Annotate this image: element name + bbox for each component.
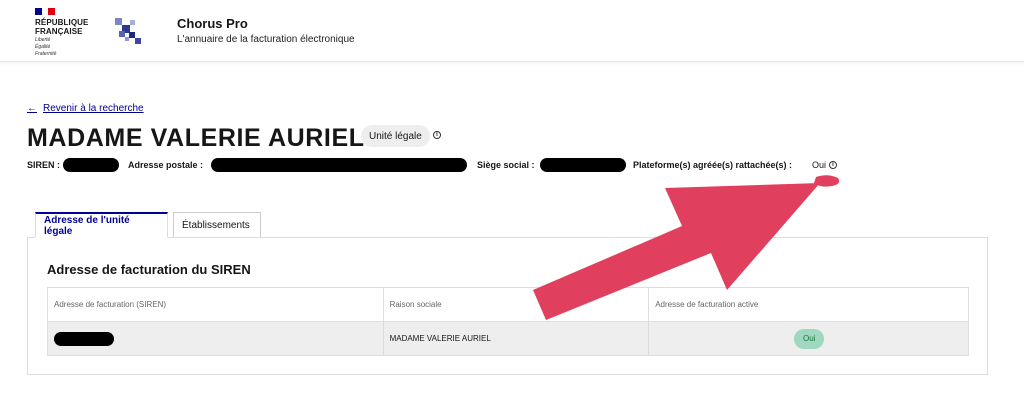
info-icon[interactable]: i xyxy=(829,161,838,169)
billing-address-panel: Adresse de facturation du SIREN Adresse … xyxy=(27,237,988,375)
head-office-label: Siège social : xyxy=(477,160,535,170)
rf-title-line1: RÉPUBLIQUE xyxy=(35,18,89,27)
rf-motto-line1: Liberté xyxy=(35,37,51,43)
head-office-redaction xyxy=(540,158,626,172)
service-tagline: L'annuaire de la facturation électroniqu… xyxy=(177,34,355,45)
billing-address-cell xyxy=(47,321,384,356)
rf-title-line2: FRANÇAISE xyxy=(35,27,83,36)
company-name-cell: MADAME VALERIE AURIEL xyxy=(382,321,650,356)
table-row[interactable]: MADAME VALERIE AURIEL Oui xyxy=(47,321,969,356)
billing-address-redaction xyxy=(54,331,114,346)
site-header: RÉPUBLIQUE FRANÇAISE Liberté Égalité Fra… xyxy=(0,0,1024,62)
rf-motto-line3: Fraternité xyxy=(35,51,57,57)
siren-redaction xyxy=(63,158,119,172)
tab-legal-unit-address[interactable]: Adresse de l'unité légale xyxy=(35,212,168,238)
platform-label: Plateforme(s) agréée(s) rattachée(s) : xyxy=(633,160,793,170)
table-header-row: Adresse de facturation (SIREN) Raison so… xyxy=(47,287,969,322)
rf-motto-line2: Égalité xyxy=(35,44,51,50)
tab-establishments[interactable]: Établissements xyxy=(173,212,261,238)
panel-title: Adresse de facturation du SIREN xyxy=(47,262,251,277)
column-header-company-name: Raison sociale xyxy=(382,287,650,322)
french-flag-icon xyxy=(35,8,56,15)
billing-address-table: Adresse de facturation (SIREN) Raison so… xyxy=(47,287,969,356)
active-status-badge: Oui xyxy=(794,328,825,349)
column-header-billing-address: Adresse de facturation (SIREN) xyxy=(47,287,384,322)
siren-label: SIREN : xyxy=(27,160,61,170)
back-to-search-link[interactable]: ← Revenir à la recherche xyxy=(27,103,144,114)
arrow-left-icon: ← xyxy=(27,103,37,114)
entity-name: MADAME VALERIE AURIEL xyxy=(27,124,365,152)
republique-francaise-logo[interactable]: RÉPUBLIQUE FRANÇAISE Liberté Égalité Fra… xyxy=(35,8,95,57)
active-address-cell: Oui xyxy=(648,321,969,356)
unit-type-badge: Unité légale xyxy=(361,125,430,147)
postal-address-label: Adresse postale : xyxy=(128,160,204,170)
column-header-active-address: Adresse de facturation active xyxy=(648,287,969,322)
platform-value-text: Oui xyxy=(812,160,827,170)
postal-address-redaction xyxy=(211,158,467,172)
info-icon[interactable]: i xyxy=(433,131,441,139)
service-name[interactable]: Chorus Pro xyxy=(177,16,248,31)
back-link-label: Revenir à la recherche xyxy=(43,103,144,114)
annotation-highlight-mark xyxy=(814,175,840,187)
platform-value: Oui i xyxy=(812,160,838,170)
chorus-pro-logo-icon[interactable] xyxy=(113,16,143,46)
